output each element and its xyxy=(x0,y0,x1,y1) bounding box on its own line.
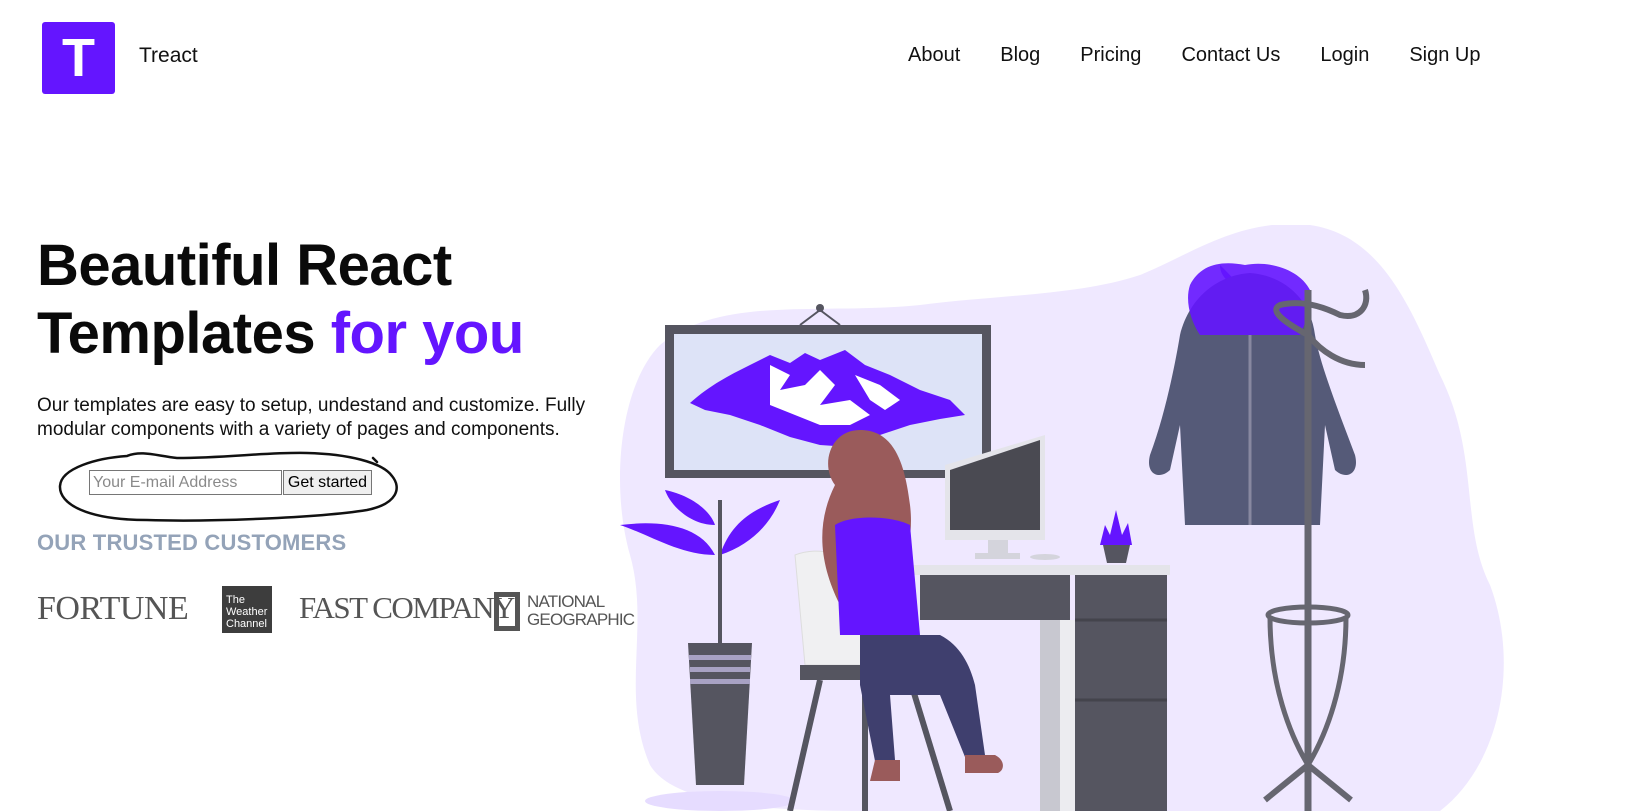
main-nav: About Blog Pricing Contact Us Login Sign… xyxy=(908,44,1520,67)
nav-blog[interactable]: Blog xyxy=(1000,44,1040,67)
brand-name[interactable]: Treact xyxy=(139,44,198,68)
plant-shadow xyxy=(645,791,795,811)
site-header: T Treact About Blog Pricing Contact Us L… xyxy=(0,0,1627,120)
hero-description: Our templates are easy to setup, undesta… xyxy=(37,395,586,440)
trusted-customers-heading: OUR TRUSTED CUSTOMERS xyxy=(37,530,347,555)
natgeo-line2: GEOGRAPHIC xyxy=(527,610,635,629)
fast-company-logo: FAST COMPANY xyxy=(299,590,515,625)
hero-illustration xyxy=(620,225,1504,811)
nav-login[interactable]: Login xyxy=(1320,44,1369,67)
email-input[interactable] xyxy=(89,470,282,495)
headline-line1: Beautiful React xyxy=(37,233,452,298)
framed-mountain-picture xyxy=(665,304,991,478)
headline-accent: for you xyxy=(330,301,525,366)
nav-pricing[interactable]: Pricing xyxy=(1080,44,1141,67)
nav-about[interactable]: About xyxy=(908,44,960,67)
logo-icon[interactable]: T xyxy=(42,22,115,94)
nav-sign-up[interactable]: Sign Up xyxy=(1409,44,1480,67)
get-started-button[interactable]: Get started xyxy=(283,470,372,495)
weather-line2: Weather xyxy=(226,606,268,618)
natgeo-line1: NATIONAL xyxy=(527,592,605,611)
nav-contact-us[interactable]: Contact Us xyxy=(1181,44,1280,67)
weather-line3: Channel xyxy=(226,618,267,630)
natgeo-frame-icon xyxy=(494,592,520,631)
fortune-logo: FORTUNE xyxy=(37,590,189,627)
signup-form: Get started xyxy=(57,448,402,526)
hero-headline: Beautiful React Templates for you xyxy=(37,232,524,368)
weather-line1: The xyxy=(226,594,245,606)
headline-line2: Templates xyxy=(37,301,331,366)
weather-channel-logo: The Weather Channel xyxy=(222,586,272,633)
natgeo-text: NATIONAL GEOGRAPHIC xyxy=(527,592,635,629)
